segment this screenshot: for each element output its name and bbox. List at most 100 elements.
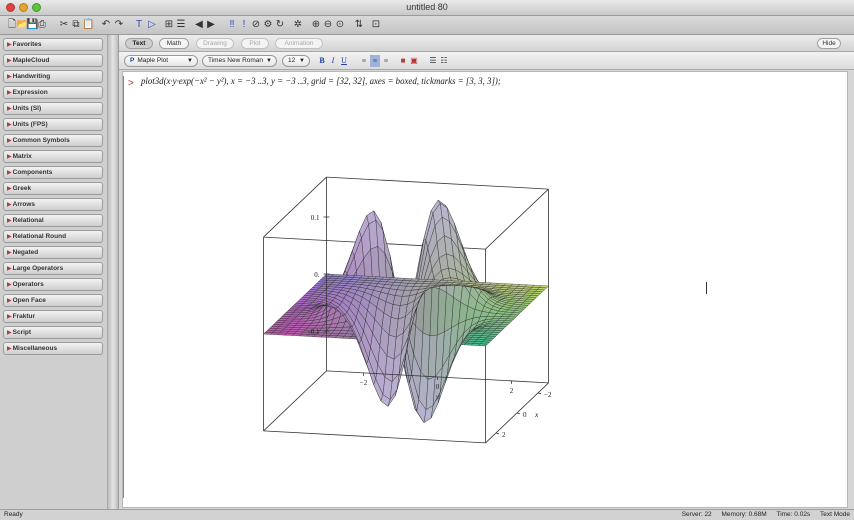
debug-icon[interactable]: ! (238, 18, 250, 32)
disclosure-triangle-icon: ▶ (7, 42, 12, 48)
cut-icon[interactable]: ✂ (58, 18, 70, 32)
x-tick (495, 432, 500, 435)
palette-operators[interactable]: ▶Operators (3, 278, 103, 291)
stop-icon[interactable]: ⊘ (250, 18, 262, 32)
palette-matrix[interactable]: ▶Matrix (3, 150, 103, 163)
palette-relational[interactable]: ▶Relational (3, 214, 103, 227)
disclosure-triangle-icon: ▶ (7, 138, 12, 144)
palette-label: Units (FPS) (12, 121, 48, 128)
underline-button[interactable]: U (339, 55, 349, 67)
plot3d-output[interactable]: 0.1 0. −0.1 −2 0 2 y −2 0 2 x (123, 72, 849, 509)
mode-context-bar: Text Math Drawing Plot Animation Hide (119, 35, 854, 52)
copy-icon[interactable]: ⧉ (70, 18, 82, 32)
align-center-icon[interactable]: ≡ (370, 55, 380, 67)
palette-arrows[interactable]: ▶Arrows (3, 198, 103, 211)
palette-large-operators[interactable]: ▶Large Operators (3, 262, 103, 275)
bold-button[interactable]: B (317, 55, 327, 67)
forward-icon[interactable]: ▶ (205, 18, 217, 32)
z-tick-label: −0.1 (307, 328, 320, 336)
mode-math-button[interactable]: Math (159, 38, 189, 49)
text-cursor (706, 282, 707, 294)
palette-label: Operators (12, 281, 44, 288)
mode-drawing-button[interactable]: Drawing (196, 38, 234, 49)
palette-sidebar: ▶Favorites ▶MapleCloud ▶Handwriting ▶Expres… (0, 35, 108, 509)
palette-fraktur[interactable]: ▶Fraktur (3, 310, 103, 323)
help-icon[interactable]: ⊡ (370, 18, 382, 32)
undo-icon[interactable]: ↶ (100, 18, 112, 32)
y-tick-label: 0 (436, 383, 440, 391)
palette-label: Matrix (12, 153, 32, 160)
style-dropdown[interactable]: P Maple Plot ▼ (124, 55, 198, 67)
mode-animation-button[interactable]: Animation (275, 38, 323, 49)
disclosure-triangle-icon: ▶ (7, 298, 12, 304)
palette-label: Handwriting (12, 73, 51, 80)
execution-group-icon[interactable]: ⊞ (163, 18, 175, 32)
font-value: Times New Roman (208, 57, 264, 64)
font-size-dropdown[interactable]: 12 ▼ (282, 55, 310, 67)
palette-label: Open Face (12, 297, 46, 304)
palette-script[interactable]: ▶Script (3, 326, 103, 339)
hide-button[interactable]: Hide (817, 38, 841, 49)
palette-label: Relational (12, 217, 44, 224)
palette-expression[interactable]: ▶Expression (3, 86, 103, 99)
zoom-reset-icon[interactable]: ⊙ (334, 18, 346, 32)
worksheet[interactable]: > plot3d(x·y·exp(−x² − y²), x = −3 ..3, … (122, 71, 848, 508)
restart-icon[interactable]: ⚙ (262, 18, 274, 32)
palette-label: Large Operators (12, 265, 64, 272)
palette-miscellaneous[interactable]: ▶Miscellaneous (3, 342, 103, 355)
palette-maplecloud[interactable]: ▶MapleCloud (3, 54, 103, 67)
execute-icon[interactable]: ‼ (226, 18, 238, 32)
disclosure-triangle-icon: ▶ (7, 314, 12, 320)
mode-plot-button[interactable]: Plot (241, 38, 269, 49)
palette-favorites[interactable]: ▶Favorites (3, 38, 103, 51)
section-icon[interactable]: ☰ (175, 18, 187, 32)
palette-components[interactable]: ▶Components (3, 166, 103, 179)
settings-icon[interactable]: ✲ (292, 18, 304, 32)
palette-common-symbols[interactable]: ▶Common Symbols (3, 134, 103, 147)
zoom-out-icon[interactable]: ⊖ (322, 18, 334, 32)
palette-label: Greek (12, 185, 32, 192)
highlight-color-icon[interactable]: ▣ (409, 55, 419, 67)
math-insert-icon[interactable]: ▷ (146, 18, 158, 32)
paste-icon[interactable]: 📋 (82, 18, 94, 32)
align-left-icon[interactable]: ≡ (359, 55, 369, 67)
print-icon[interactable]: ⎙ (36, 18, 48, 32)
palette-label: Negated (12, 249, 39, 256)
redo-icon[interactable]: ↷ (113, 18, 125, 32)
palette-greek[interactable]: ▶Greek (3, 182, 103, 195)
palette-label: Script (12, 329, 32, 336)
disclosure-triangle-icon: ▶ (7, 106, 12, 112)
x-axis-label: x (534, 410, 539, 419)
text-color-icon[interactable]: ■ (398, 55, 408, 67)
text-insert-icon[interactable]: T (133, 18, 145, 32)
sidebar-splitter[interactable] (108, 35, 119, 509)
chevron-down-icon: ▼ (187, 58, 193, 64)
align-right-icon[interactable]: ≡ (381, 55, 391, 67)
disclosure-triangle-icon: ▶ (7, 58, 12, 64)
y-tick-label: 2 (510, 387, 514, 395)
palette-label: Relational Round (12, 233, 67, 240)
chevron-down-icon: ▼ (266, 58, 272, 64)
disclosure-triangle-icon: ▶ (7, 250, 12, 256)
palette-open-face[interactable]: ▶Open Face (3, 294, 103, 307)
palette-units-si[interactable]: ▶Units (SI) (3, 102, 103, 115)
status-ready: Ready (4, 511, 23, 518)
palette-negated[interactable]: ▶Negated (3, 246, 103, 259)
italic-button[interactable]: I (328, 55, 338, 67)
numbered-list-icon[interactable]: ☷ (439, 55, 449, 67)
restart-kernel-icon[interactable]: ↻ (274, 18, 286, 32)
disclosure-triangle-icon: ▶ (7, 234, 12, 240)
palette-units-fps[interactable]: ▶Units (FPS) (3, 118, 103, 131)
x-tick-label: 2 (502, 431, 506, 439)
palette-label: Miscellaneous (12, 345, 58, 352)
zoom-in-icon[interactable]: ⊕ (310, 18, 322, 32)
z-tick-label: 0. (314, 271, 320, 279)
mode-text-button[interactable]: Text (125, 38, 153, 49)
window-title: untitled 80 (406, 2, 448, 12)
palette-handwriting[interactable]: ▶Handwriting (3, 70, 103, 83)
font-dropdown[interactable]: Times New Roman ▼ (202, 55, 277, 67)
bullet-list-icon[interactable]: ☰ (428, 55, 438, 67)
toggle-icon[interactable]: ⇅ (353, 18, 365, 32)
palette-relational-round[interactable]: ▶Relational Round (3, 230, 103, 243)
back-icon[interactable]: ◀ (193, 18, 205, 32)
